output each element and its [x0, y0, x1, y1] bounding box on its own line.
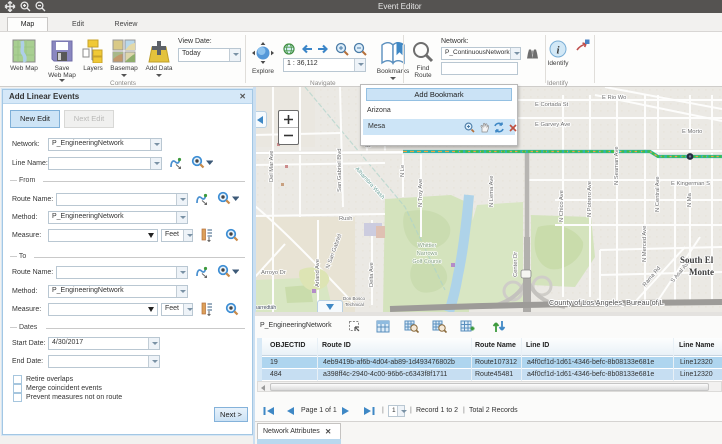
svg-text:South El: South El [680, 255, 714, 265]
svg-text:N Lema Ave: N Lema Ave [489, 176, 495, 207]
svg-text:N Troy Ave: N Troy Ave [418, 179, 424, 207]
svg-text:Rush: Rush [339, 216, 353, 222]
svg-text:Arroyo Dr: Arroyo Dr [261, 270, 286, 276]
svg-text:Narrows: Narrows [417, 251, 438, 257]
svg-text:N Seaman Ave: N Seaman Ave [614, 146, 620, 185]
svg-text:Arland Ave: Arland Ave [315, 259, 321, 287]
svg-text:Del Mar Ave: Del Mar Ave [269, 151, 275, 182]
svg-text:County of Los Angeles, Bureau: County of Los Angeles, Bureau of L [549, 298, 664, 307]
svg-text:E Cortada St: E Cortada St [535, 102, 569, 108]
svg-text:Technical: Technical [345, 302, 364, 307]
svg-text:N Potrero Ave: N Potrero Ave [587, 181, 593, 217]
svg-text:sarredtäh: sarredtäh [255, 305, 276, 311]
svg-text:San Gabriel Blvd: San Gabriel Blvd [337, 149, 343, 193]
svg-text:E Rio Wo: E Rio Wo [602, 95, 626, 101]
svg-text:N Le: N Le [400, 165, 406, 177]
svg-text:Monte: Monte [689, 267, 714, 277]
svg-text:N Central Ave: N Central Ave [655, 176, 661, 212]
svg-text:N Ma: N Ma [687, 192, 693, 207]
svg-text:Center Dr: Center Dr [513, 252, 519, 277]
svg-text:Golf Course: Golf Course [412, 259, 441, 265]
svg-text:Delta Ave: Delta Ave [369, 262, 375, 287]
svg-text:E Garvey Ave: E Garvey Ave [535, 122, 570, 128]
svg-text:Don Bosco: Don Bosco [343, 296, 366, 301]
svg-text:N Merced Ave: N Merced Ave [642, 226, 648, 262]
svg-text:E Kingerman S: E Kingerman S [671, 181, 710, 187]
svg-text:N Chico Ave: N Chico Ave [559, 190, 565, 222]
svg-text:Whittier: Whittier [418, 243, 437, 249]
svg-text:E Morto: E Morto [682, 129, 702, 135]
